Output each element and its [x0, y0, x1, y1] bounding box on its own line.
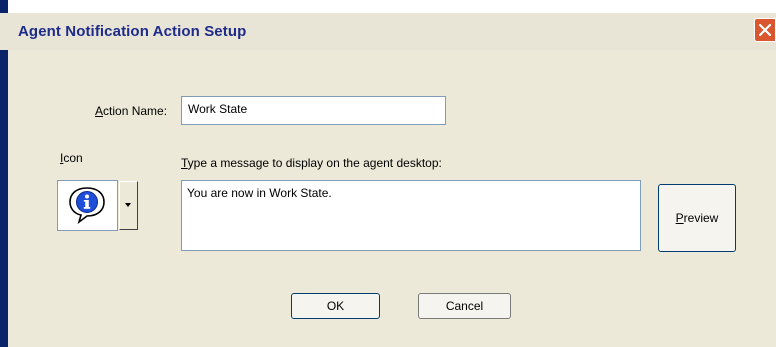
close-icon [759, 24, 771, 36]
action-name-value: Work State [188, 102, 248, 116]
message-value: You are now in Work State. [187, 186, 332, 200]
action-name-input[interactable]: Work State [181, 96, 446, 125]
info-speech-bubble-icon [69, 187, 105, 224]
cancel-button[interactable]: Cancel [418, 293, 511, 319]
chevron-down-icon [125, 203, 131, 207]
close-button[interactable] [754, 18, 776, 42]
icon-select[interactable] [57, 180, 118, 231]
icon-dropdown-button[interactable] [119, 181, 138, 230]
ok-button[interactable]: OK [291, 293, 380, 319]
titlebar: Agent Notification Action Setup [0, 13, 776, 50]
titlebar-top-strip [0, 0, 776, 13]
message-textarea[interactable]: You are now in Work State. [181, 180, 641, 251]
action-name-label: Action Name: [95, 104, 168, 118]
window-left-border [0, 0, 8, 347]
message-label: Type a message to display on the agent d… [181, 156, 442, 170]
window-title: Agent Notification Action Setup [18, 23, 247, 40]
preview-button[interactable]: Preview [658, 184, 736, 252]
dialog-window: Agent Notification Action Setup Action N… [0, 0, 776, 347]
icon-label: Icon [60, 151, 83, 165]
